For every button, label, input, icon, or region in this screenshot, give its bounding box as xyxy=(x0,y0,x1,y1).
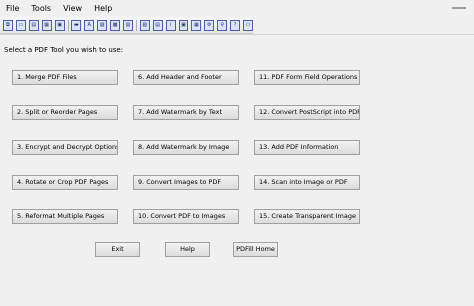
menu-help[interactable]: Help xyxy=(88,4,118,13)
key-icon[interactable]: ♀ xyxy=(217,19,228,31)
tool-reformat-button[interactable]: 5. Reformat Multiple Pages xyxy=(12,209,118,224)
tool-images-to-pdf-button[interactable]: 9. Convert Images to PDF xyxy=(133,175,239,190)
form-field-icon[interactable]: ▧ xyxy=(139,19,150,31)
encrypt-icon[interactable]: ▤ xyxy=(28,19,39,31)
tool-pdf-info-button[interactable]: 13. Add PDF Information xyxy=(254,140,360,155)
toolbar-separator xyxy=(67,19,69,31)
watermark-image-icon[interactable]: ▨ xyxy=(97,19,108,31)
tool-postscript-button[interactable]: 12. Convert PostScript into PDF xyxy=(254,105,360,120)
tool-form-fields-button[interactable]: 11. PDF Form Field Operations xyxy=(254,70,360,85)
toolbar: ⧉ ▭ ▤ ▦ ▣ ▬ A ▨ ▩ ▥ ▧ ▤ i ▣ ▦ ⚙ ♀ ? ▭ xyxy=(0,17,253,34)
rotate-icon[interactable]: ▦ xyxy=(41,19,52,31)
info-icon[interactable]: i xyxy=(165,19,176,31)
help-icon[interactable]: ? xyxy=(230,19,241,31)
toolbar-separator xyxy=(135,19,137,31)
menu-view[interactable]: View xyxy=(57,4,88,13)
exit-icon[interactable]: ▭ xyxy=(243,19,253,31)
toolbar-divider xyxy=(0,34,474,35)
split-icon[interactable]: ▭ xyxy=(15,19,26,31)
reformat-icon[interactable]: ▣ xyxy=(54,19,65,31)
menu-file[interactable]: File xyxy=(0,4,25,13)
pdf-to-images-icon[interactable]: ▥ xyxy=(123,19,133,31)
tool-transparent-image-button[interactable]: 15. Create Transparent Image xyxy=(254,209,360,224)
tool-watermark-image-button[interactable]: 8. Add Watermark by Image xyxy=(133,140,239,155)
menu-bar: File Tools View Help xyxy=(0,0,474,16)
settings-icon[interactable]: ⚙ xyxy=(204,19,215,31)
tool-split-button[interactable]: 2. Split or Reorder Pages xyxy=(12,105,118,120)
exit-button[interactable]: Exit xyxy=(95,242,140,257)
tool-watermark-text-button[interactable]: 7. Add Watermark by Text xyxy=(133,105,239,120)
postscript-icon[interactable]: ▤ xyxy=(152,19,163,31)
tool-scan-button[interactable]: 14. Scan into Image or PDF xyxy=(254,175,360,190)
tool-rotate-button[interactable]: 4. Rotate or Crop PDF Pages xyxy=(12,175,118,190)
menu-tools[interactable]: Tools xyxy=(25,4,57,13)
pdfill-home-button[interactable]: PDFill Home xyxy=(233,242,278,257)
transparent-image-icon[interactable]: ▦ xyxy=(191,19,202,31)
tool-merge-button[interactable]: 1. Merge PDF Files xyxy=(12,70,118,85)
scan-icon[interactable]: ▣ xyxy=(178,19,189,31)
watermark-text-icon[interactable]: A xyxy=(84,19,95,31)
tool-header-footer-button[interactable]: 6. Add Header and Footer xyxy=(133,70,239,85)
help-button[interactable]: Help xyxy=(165,242,210,257)
tool-encrypt-button[interactable]: 3. Encrypt and Decrypt Options xyxy=(12,140,118,155)
prompt-text: Select a PDF Tool you wish to use: xyxy=(4,46,124,54)
header-icon[interactable]: ▬ xyxy=(71,19,82,31)
tool-pdf-to-images-button[interactable]: 10. Convert PDF to Images xyxy=(133,209,239,224)
image-to-pdf-icon[interactable]: ▩ xyxy=(110,19,121,31)
merge-icon[interactable]: ⧉ xyxy=(3,19,13,31)
window-edge-mark xyxy=(452,7,466,9)
